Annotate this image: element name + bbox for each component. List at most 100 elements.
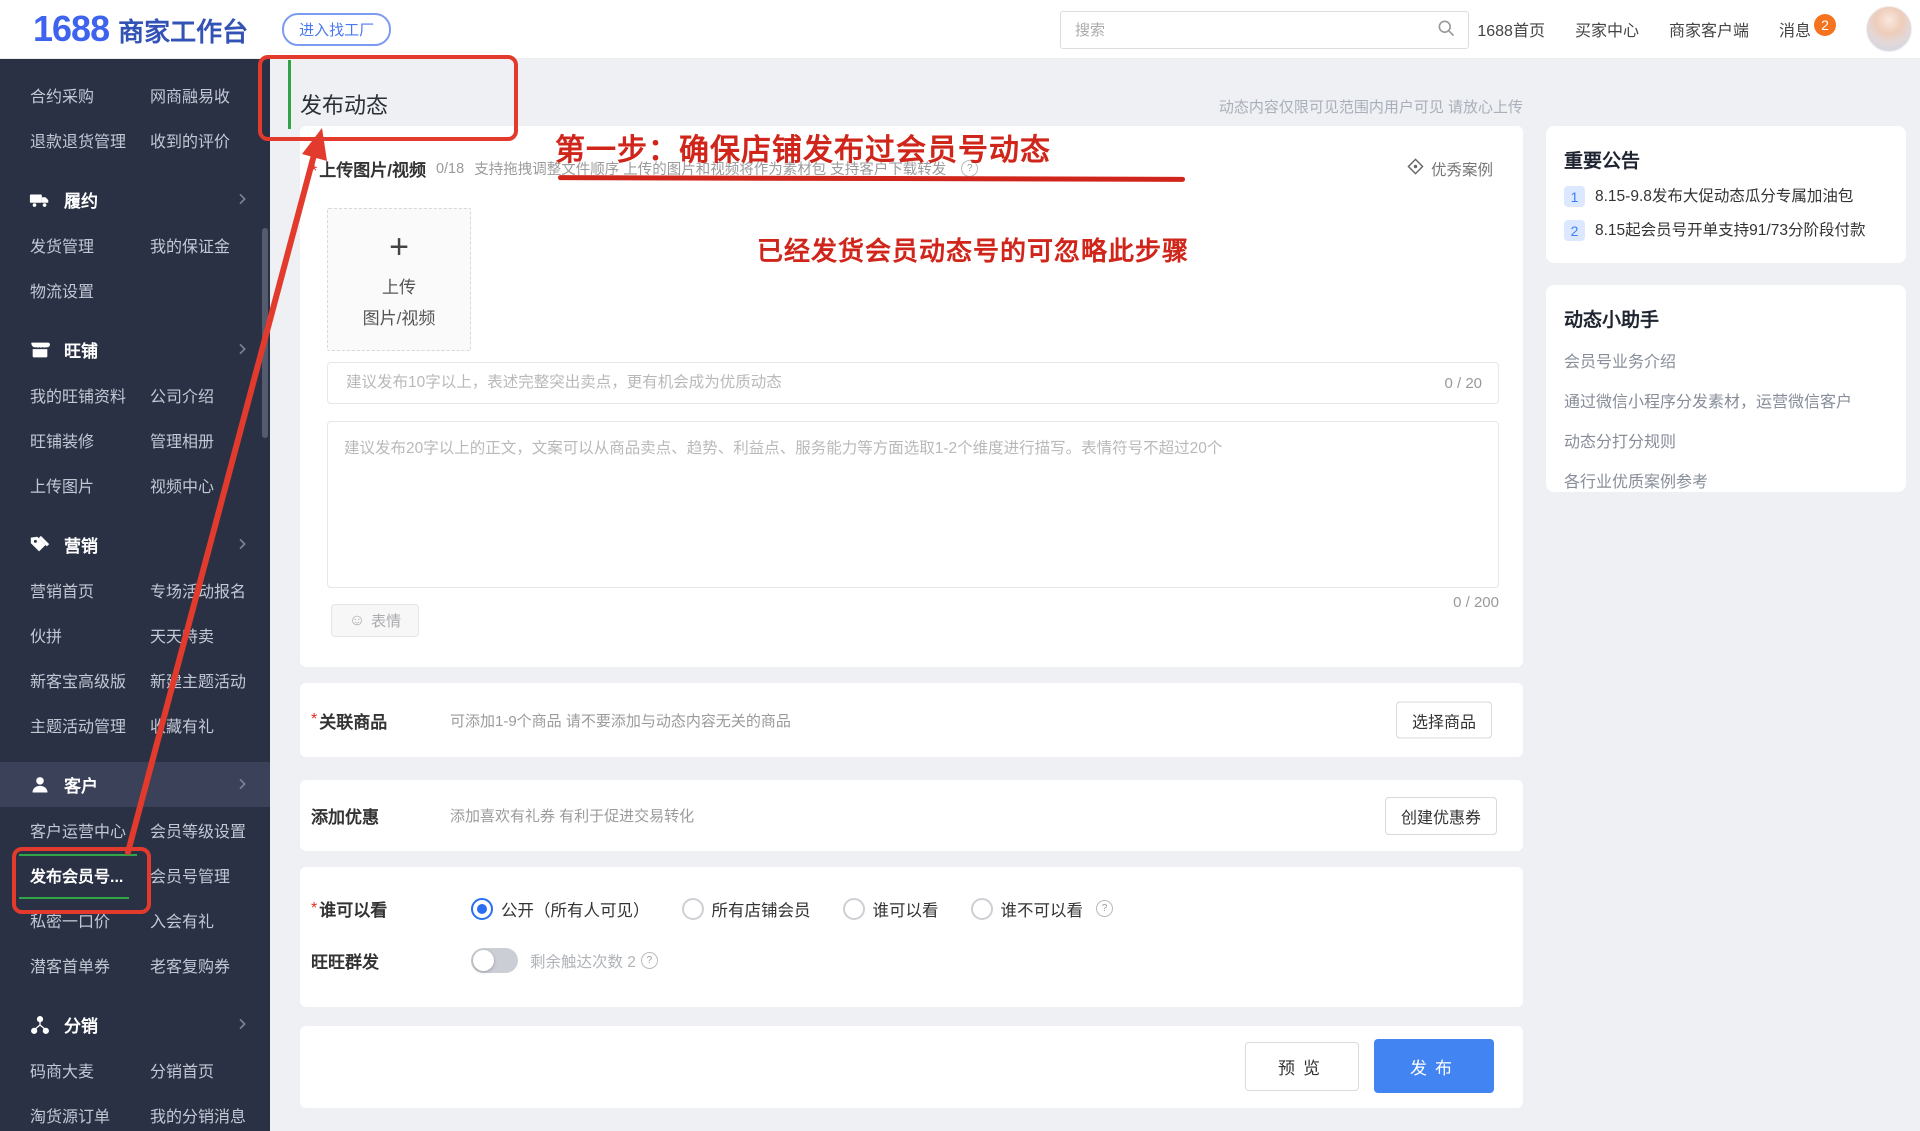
sidebar-section-fulfillment[interactable]: 履约 (0, 177, 270, 222)
radio-all-members-label: 所有店铺会员 (712, 897, 811, 921)
sidebar-item[interactable]: 营销首页 (30, 578, 150, 602)
help-icon[interactable]: ? (641, 952, 658, 969)
upload-media-button[interactable]: + 上传 图片/视频 (327, 208, 471, 351)
sidebar-item[interactable]: 网商融易收 (150, 83, 230, 107)
sidebar-item[interactable]: 发货管理 (30, 233, 150, 257)
radio-who-cannot-see[interactable]: 谁不可以看 ? (971, 897, 1114, 921)
sidebar-item[interactable]: 客户运营中心 (30, 818, 150, 842)
sidebar-item[interactable]: 退款退货管理 (30, 128, 150, 152)
sidebar-section-customers[interactable]: 客户 (0, 762, 270, 807)
excellent-cases-link[interactable]: 优秀案例 (1407, 158, 1493, 180)
message-count-badge: 2 (1814, 14, 1836, 36)
sidebar-item[interactable]: 我的旺铺资料 (30, 383, 150, 407)
sidebar-section-marketing[interactable]: 营销 (0, 522, 270, 567)
top-nav: 1688首页 买家中心 商家客户端 消息 2 (1477, 0, 1912, 58)
sidebar-item[interactable]: 我的保证金 (150, 233, 230, 257)
diamond-target-icon (1407, 158, 1424, 180)
sidebar-item[interactable]: 管理相册 (150, 428, 214, 452)
sidebar-item[interactable]: 主题活动管理 (30, 713, 150, 737)
sidebar-item[interactable]: 天天特卖 (150, 623, 214, 647)
nav-buyer-center[interactable]: 买家中心 (1575, 17, 1639, 41)
announcement-text: 8.15起会员号开单支持91/73分阶段付款 (1595, 220, 1865, 241)
nav-1688-home[interactable]: 1688首页 (1477, 17, 1545, 41)
emoji-button-label: 表情 (371, 610, 401, 631)
messages-entry[interactable]: 消息 2 (1779, 17, 1836, 41)
radio-selected-icon[interactable] (471, 898, 493, 920)
feed-assistant-title: 动态小助手 (1564, 305, 1888, 332)
help-icon[interactable]: ? (1096, 900, 1113, 917)
sidebar-item[interactable]: 潜客首单券 (30, 953, 150, 977)
announcement-item[interactable]: 1 8.15-9.8发布大促动态瓜分专属加油包 (1564, 186, 1888, 207)
sidebar-section-distribution[interactable]: 分销 (0, 1002, 270, 1047)
sitemap-icon (28, 1013, 52, 1037)
add-discount-card: 添加优惠 添加喜欢有礼券 有利于促进交易转化 创建优惠券 (300, 780, 1523, 851)
sidebar-section-label: 分销 (64, 1012, 98, 1037)
select-products-button[interactable]: 选择商品 (1396, 702, 1492, 739)
assistant-link[interactable]: 动态分打分规则 (1564, 428, 1888, 452)
broadcast-toggle[interactable] (471, 948, 518, 973)
assistant-link[interactable]: 各行业优质案例参考 (1564, 468, 1888, 492)
sidebar-item[interactable]: 上传图片 (30, 473, 150, 497)
wangwang-broadcast-label: 旺旺群发 (311, 948, 379, 973)
sidebar-section-shop[interactable]: 旺铺 (0, 327, 270, 372)
sidebar-item[interactable]: 视频中心 (150, 473, 214, 497)
messages-label: 消息 (1779, 17, 1811, 41)
help-icon[interactable]: ? (961, 160, 978, 177)
sidebar-item[interactable]: 私密一口价 (30, 908, 150, 932)
sidebar-item[interactable]: 专场活动报名 (150, 578, 246, 602)
content-textarea[interactable] (328, 422, 1498, 587)
logo-1688[interactable]: 1688 商家工作台 (33, 8, 248, 50)
sidebar-item[interactable]: 合约采购 (30, 83, 150, 107)
nav-merchant-client[interactable]: 商家客户端 (1669, 17, 1749, 41)
avatar[interactable] (1866, 6, 1912, 52)
user-icon (28, 773, 52, 797)
smiley-icon: ☺ (349, 613, 365, 629)
feed-assistant-card: 动态小助手 会员号业务介绍 通过微信小程序分发素材，运营微信客户 动态分打分规则… (1546, 285, 1906, 492)
sidebar-item[interactable]: 会员等级设置 (150, 818, 246, 842)
sidebar-item-publish-member-feed[interactable]: 发布会员号... (30, 863, 150, 887)
announcement-item[interactable]: 2 8.15起会员号开单支持91/73分阶段付款 (1564, 220, 1888, 241)
title-input[interactable] (344, 373, 1444, 393)
upload-field-label: 上传图片/视频 (319, 161, 426, 180)
sidebar-item[interactable]: 伙拼 (30, 623, 150, 647)
sidebar-item[interactable]: 物流设置 (30, 278, 150, 302)
search-icon[interactable] (1436, 18, 1456, 43)
sidebar-item[interactable]: 入会有礼 (150, 908, 214, 932)
sidebar-item[interactable]: 分销首页 (150, 1058, 214, 1082)
radio-icon[interactable] (843, 898, 865, 920)
publish-form-card: *上传图片/视频 0/18 支持拖拽调整文件顺序 上传的图片和视频将作为素材包 … (300, 126, 1523, 667)
who-can-see-label: 谁可以看 (319, 896, 387, 921)
sidebar-scrollbar[interactable] (262, 228, 268, 438)
sidebar-item[interactable]: 淘货源订单 (30, 1103, 150, 1127)
radio-icon[interactable] (971, 898, 993, 920)
sidebar-item[interactable]: 收到的评价 (150, 128, 230, 152)
sidebar-item[interactable]: 新客宝高级版 (30, 668, 150, 692)
emoji-button[interactable]: ☺ 表情 (331, 604, 419, 637)
visibility-card: *谁可以看 公开（所有人可见） 所有店铺会员 谁可以看 谁不可以看 ? (300, 867, 1523, 1007)
sidebar-item[interactable]: 我的分销消息 (150, 1103, 246, 1127)
radio-all-members[interactable]: 所有店铺会员 (682, 897, 811, 921)
sidebar-item[interactable]: 会员号管理 (150, 863, 230, 887)
enter-factory-button[interactable]: 进入找工厂 (282, 13, 391, 46)
assistant-link[interactable]: 会员号业务介绍 (1564, 348, 1888, 372)
sidebar-item[interactable]: 新建主题活动 (150, 668, 246, 692)
preview-button[interactable]: 预览 (1245, 1042, 1359, 1091)
related-products-hint: 可添加1-9个商品 请不要添加与动态内容无关的商品 (450, 710, 791, 731)
search-input[interactable] (1073, 21, 1436, 40)
sidebar-item[interactable]: 旺铺装修 (30, 428, 150, 452)
sidebar-item[interactable]: 收藏有礼 (150, 713, 214, 737)
search-box[interactable] (1060, 11, 1469, 49)
create-coupon-button[interactable]: 创建优惠券 (1385, 797, 1497, 835)
radio-public[interactable]: 公开（所有人可见） (471, 897, 650, 921)
publish-button[interactable]: 发布 (1374, 1039, 1494, 1093)
title-input-wrap: 0 / 20 (327, 362, 1499, 404)
excellent-cases-label: 优秀案例 (1431, 158, 1493, 180)
assistant-link[interactable]: 通过微信小程序分发素材，运营微信客户 (1564, 388, 1888, 412)
sidebar-item[interactable]: 公司介绍 (150, 383, 214, 407)
sidebar-item[interactable]: 码商大麦 (30, 1058, 150, 1082)
radio-who-can-see[interactable]: 谁可以看 (843, 897, 939, 921)
truck-icon (28, 188, 52, 212)
visibility-notice: 动态内容仅限可见范围内用户可见 请放心上传 (1219, 96, 1523, 117)
radio-icon[interactable] (682, 898, 704, 920)
sidebar-item[interactable]: 老客复购券 (150, 953, 230, 977)
